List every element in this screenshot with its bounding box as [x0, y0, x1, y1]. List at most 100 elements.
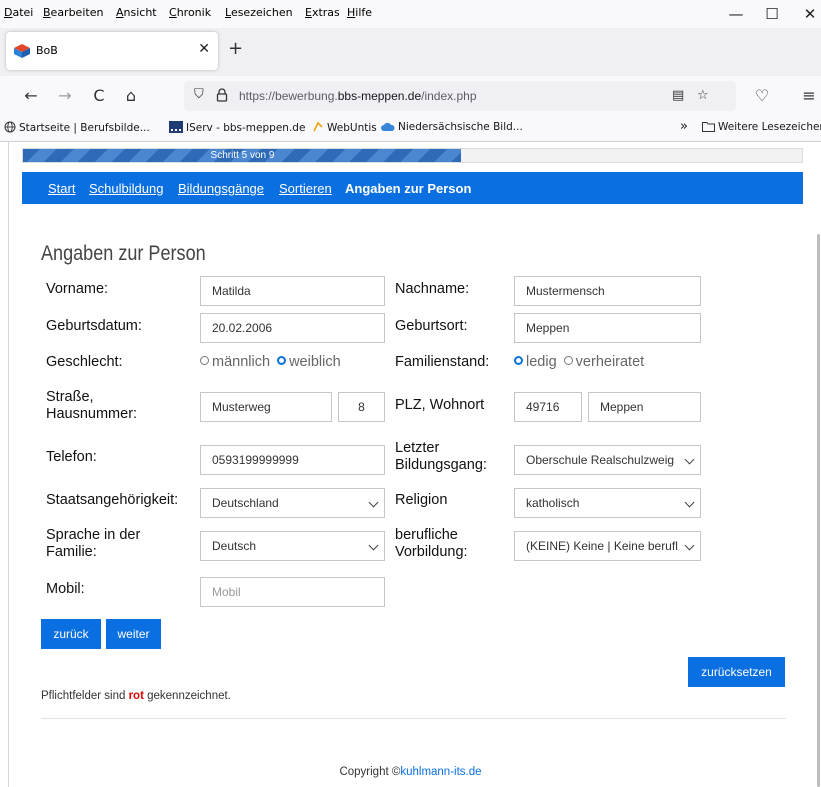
sprache-select[interactable]: Deutsch — [200, 531, 385, 561]
step-schulbildung[interactable]: Schulbildung — [89, 181, 163, 196]
home-button[interactable]: ⌂ — [120, 85, 142, 107]
forward-button[interactable]: → — [54, 85, 76, 107]
letzter-bildungsgang-select[interactable]: Oberschule Realschulzweig — [514, 445, 701, 475]
tab-close-icon[interactable]: ✕ — [198, 41, 210, 57]
page-scrollbar[interactable] — [815, 142, 821, 787]
scrollbar-thumb[interactable] — [817, 234, 820, 787]
footer-link[interactable]: kuhlmann-its.de — [400, 766, 481, 778]
webuntis-icon — [313, 121, 323, 132]
chevron-down-icon — [684, 540, 695, 551]
navigation-bar: ← → C ⌂ ⛉ https://bewerbung.bbs-meppen.d… — [0, 76, 821, 116]
familienstand-radio-group: ledig verheiratet — [514, 354, 644, 370]
mobil-label: Mobil: — [46, 581, 85, 597]
close-window-button[interactable]: ✕ — [800, 4, 820, 24]
radio-checked-icon[interactable] — [277, 356, 287, 365]
chevron-down-icon — [684, 454, 695, 465]
menu-datei[interactable]: Datei — [4, 6, 33, 19]
minimize-button[interactable]: — — [726, 4, 746, 24]
staatsangehoerigkeit-label: Staatsangehörigkeit: — [46, 492, 179, 508]
bookmark-niedersaechsische-bildung[interactable]: Niedersächsische Bild... — [381, 121, 523, 133]
religion-select[interactable]: katholisch — [514, 488, 701, 518]
bookmarks-overflow-icon[interactable]: » — [680, 119, 688, 134]
back-button[interactable]: ← — [20, 85, 42, 107]
telefon-input[interactable]: 0593199999999 — [200, 445, 385, 475]
step-angaben-zur-person: Angaben zur Person — [345, 181, 472, 196]
step-start[interactable]: Start — [48, 181, 75, 196]
tab-strip: BoB ✕ + — [0, 28, 821, 76]
radio-circle-icon[interactable] — [200, 356, 209, 365]
viewport-edge — [8, 142, 9, 787]
bookmarks-toolbar: Startseite | Berufsbilde... IServ - bbs-… — [0, 116, 821, 142]
wohnort-input[interactable]: Meppen — [588, 392, 701, 422]
menu-lesezeichen[interactable]: Lesezeichen — [225, 6, 293, 19]
step-bildungsgaenge[interactable]: Bildungsgänge — [178, 181, 264, 196]
progress-label: Schritt 5 von 9 — [210, 150, 275, 161]
geschlecht-label: Geschlecht: — [46, 354, 123, 370]
plz-wohnort-label: PLZ, Wohnort — [395, 397, 485, 413]
radio-verheiratet[interactable]: verheiratet — [563, 354, 644, 370]
step-sortieren[interactable]: Sortieren — [279, 181, 332, 196]
reader-view-icon[interactable]: ▤ — [672, 88, 684, 103]
globe-icon — [4, 121, 16, 133]
mobil-input[interactable]: Mobil — [200, 577, 385, 607]
geburtsort-input[interactable]: Meppen — [514, 313, 701, 343]
geschlecht-radio-group: männlich weiblich — [200, 354, 341, 370]
other-bookmarks-folder[interactable]: Weitere Lesezeichen — [702, 121, 821, 133]
url-text[interactable]: https://bewerbung.bbs-meppen.de/index.ph… — [239, 89, 477, 103]
bob-favicon-icon — [14, 44, 30, 58]
geburtsdatum-label: Geburtsdatum: — [46, 318, 142, 334]
back-step-button[interactable]: zurück — [41, 619, 101, 649]
url-bar[interactable]: ⛉ https://bewerbung.bbs-meppen.de/index.… — [184, 81, 736, 111]
browser-tab[interactable]: BoB ✕ — [6, 32, 218, 70]
reload-button[interactable]: C — [88, 85, 110, 107]
required-fields-note: Pflichtfelder sind rot gekennzeichnet. — [41, 690, 231, 702]
iserv-icon — [169, 121, 183, 133]
hausnummer-input[interactable]: 8 — [338, 392, 385, 422]
bookmark-webuntis[interactable]: WebUntis — [312, 121, 377, 134]
radio-circle-icon[interactable] — [563, 356, 573, 365]
folder-icon — [702, 122, 715, 132]
radio-ledig[interactable]: ledig — [514, 354, 557, 370]
bookmark-iserv[interactable]: IServ - bbs-meppen.de — [169, 121, 305, 134]
menu-chronik[interactable]: Chronik — [169, 6, 211, 19]
chevron-down-icon — [368, 540, 379, 551]
radio-maennlich[interactable]: männlich — [200, 354, 270, 370]
strasse-input[interactable]: Musterweg — [200, 392, 332, 422]
reset-button[interactable]: zurücksetzen — [688, 657, 785, 687]
religion-label: Religion — [395, 492, 448, 508]
step-navigation: Start Schulbildung Bildungsgänge Sortier… — [22, 172, 803, 204]
next-step-button[interactable]: weiter — [106, 619, 161, 649]
geburtsort-label: Geburtsort: — [395, 318, 468, 334]
bookmark-star-icon[interactable]: ☆ — [697, 88, 709, 103]
vorbildung-label: berufliche Vorbildung: — [395, 527, 468, 560]
tab-title: BoB — [36, 44, 58, 57]
lock-icon[interactable] — [216, 88, 228, 102]
footer-copyright: Copyright ©kuhlmann-its.de — [339, 766, 482, 778]
menu-ansicht[interactable]: Ansicht — [116, 6, 157, 19]
vorname-input[interactable]: Matilda — [200, 276, 385, 306]
menu-bar: Datei Bearbeiten Ansicht Chronik Lesezei… — [0, 0, 821, 28]
nachname-label: Nachname: — [395, 281, 470, 297]
divider — [41, 718, 786, 719]
telefon-label: Telefon: — [46, 449, 97, 465]
familienstand-label: Familienstand: — [395, 354, 490, 370]
pocket-icon[interactable]: ♡ — [751, 85, 773, 107]
plz-input[interactable]: 49716 — [514, 392, 582, 422]
new-tab-button[interactable]: + — [228, 40, 243, 58]
menu-hilfe[interactable]: Hilfe — [347, 6, 372, 19]
app-menu-icon[interactable]: ≡ — [798, 85, 820, 107]
bookmark-startseite[interactable]: Startseite | Berufsbilde... — [4, 121, 150, 134]
radio-checked-icon[interactable] — [514, 356, 523, 365]
progress-bar: Schritt 5 von 9 — [22, 148, 803, 163]
menu-extras[interactable]: Extras — [305, 6, 340, 19]
geburtsdatum-input[interactable]: 20.02.2006 — [200, 313, 385, 343]
maximize-button[interactable]: ☐ — [762, 4, 782, 24]
menu-bearbeiten[interactable]: Bearbeiten — [43, 6, 103, 19]
sprache-label: Sprache in der Familie: — [46, 527, 141, 560]
staatsangehoerigkeit-select[interactable]: Deutschland — [200, 488, 385, 518]
tracking-shield-icon[interactable]: ⛉ — [194, 87, 204, 102]
vorbildung-select[interactable]: (KEINE) Keine | Keine berufl — [514, 531, 701, 561]
radio-weiblich[interactable]: weiblich — [277, 354, 341, 370]
vorname-label: Vorname: — [46, 281, 109, 297]
nachname-input[interactable]: Mustermensch — [514, 276, 701, 306]
